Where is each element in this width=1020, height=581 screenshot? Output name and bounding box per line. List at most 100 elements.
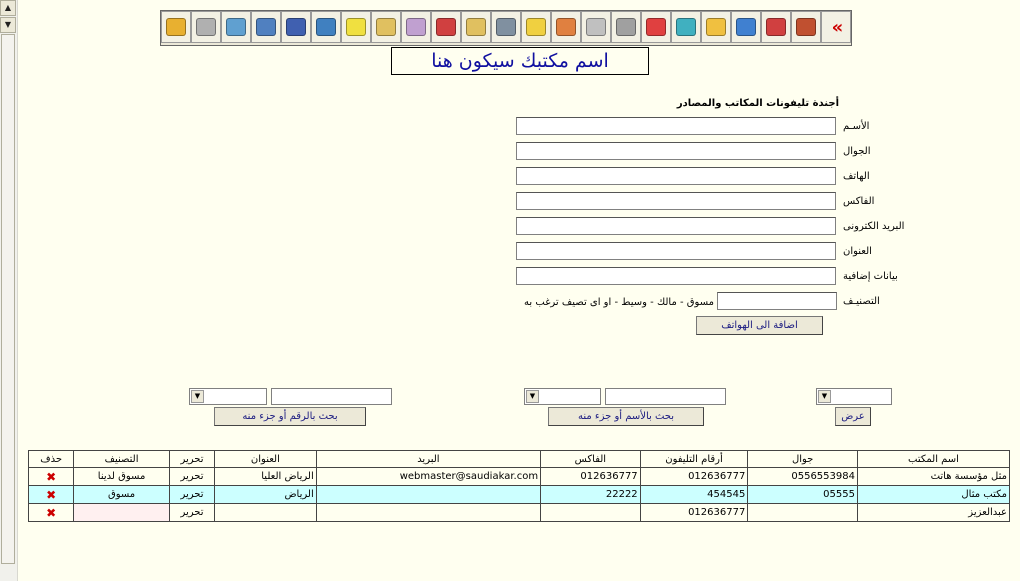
edit-link[interactable]: تحرير (168, 467, 216, 486)
globe-icon (256, 18, 276, 36)
export-icon (226, 18, 246, 36)
delete-icon[interactable]: ✖ (27, 503, 75, 522)
folder-blue-button[interactable] (731, 11, 761, 43)
delete-icon[interactable]: ✖ (27, 485, 75, 504)
mobile-cell (747, 503, 858, 522)
classification-input[interactable] (717, 292, 837, 310)
search-by-name-button[interactable]: بحث بالأسم أو جزء منه (548, 407, 704, 426)
folder-yellow-button[interactable] (701, 11, 731, 43)
vertical-scrollbar[interactable]: ▲ ▼ (0, 0, 18, 581)
number-search-input[interactable] (271, 388, 392, 405)
office-name-banner: اسم مكتبك سيكون هنا (391, 47, 649, 75)
col-header-edit: تحرير (168, 450, 216, 468)
col-header-fax: الفاكس (540, 450, 641, 468)
mobile-cell: 05555 (747, 485, 858, 504)
view-button[interactable]: عرض (835, 407, 871, 426)
drive-button[interactable] (581, 11, 611, 43)
name-search-select[interactable]: ▼ (524, 388, 601, 405)
table-row: ✖ مسوق لدينا تحرير الرياض العليا webmaster@s… (27, 467, 1011, 486)
notes-icon (346, 18, 366, 36)
table-row: ✖ تحرير 012636777 عبدالعزيز (27, 503, 1011, 522)
phone-cell: 012636777 (639, 467, 749, 486)
form-title: أجندة تليفونات المكاتب والمصادر (676, 98, 839, 109)
save-disk-icon (286, 18, 306, 36)
class-cell: مسوق لدينا (73, 467, 170, 486)
phone-cell: 454545 (639, 485, 749, 504)
field-label: الهاتف (843, 171, 870, 182)
rotate-icon (376, 18, 396, 36)
notes-button[interactable] (341, 11, 371, 43)
field-label: العنوان (843, 246, 872, 257)
table-header-row: حذف التصنيف تحرير العنوان البريد الفاكس … (27, 450, 1011, 468)
number-search-select[interactable]: ▼ (189, 388, 267, 405)
add-to-phones-button[interactable]: اضافة الى الهواتف (696, 316, 823, 335)
edit-link[interactable]: تحرير (168, 503, 216, 522)
home-icon (796, 18, 816, 36)
form-field-input-0[interactable] (516, 117, 836, 135)
lock-button[interactable] (161, 11, 191, 43)
folder-yellow-icon (706, 18, 726, 36)
globe-button[interactable] (251, 11, 281, 43)
save-disk-2-button[interactable] (311, 11, 341, 43)
users-button[interactable] (401, 11, 431, 43)
scroll-down-button[interactable]: ▼ (0, 17, 16, 33)
drive-2-button[interactable] (611, 11, 641, 43)
weather-icon (526, 18, 546, 36)
edit-link[interactable]: تحرير (168, 485, 216, 504)
toolbar: « (160, 10, 852, 46)
folder-blue-icon (736, 18, 756, 36)
home-button[interactable] (791, 11, 821, 43)
col-header-phones: أرقام التليفون (639, 450, 749, 468)
export-button[interactable] (221, 11, 251, 43)
drive-2-icon (616, 18, 636, 36)
boxes-button[interactable] (641, 11, 671, 43)
form-field-input-2[interactable] (516, 167, 836, 185)
fax-cell (540, 503, 641, 522)
address-cell: الرياض (214, 485, 317, 504)
field-label: البريد الكترونى (843, 221, 905, 232)
scroll-thumb[interactable] (1, 34, 15, 564)
clipboard-icon (466, 18, 486, 36)
chevron-down-icon[interactable]: ▼ (191, 390, 204, 403)
rotate-button[interactable] (371, 11, 401, 43)
form-field-input-3[interactable] (516, 192, 836, 210)
chevron-down-icon[interactable]: ▼ (818, 390, 831, 403)
form-field-input-1[interactable] (516, 142, 836, 160)
fax-cell: 22222 (540, 485, 641, 504)
chart-button[interactable] (551, 11, 581, 43)
folder-cyan-button[interactable] (671, 11, 701, 43)
scroll-up-button[interactable]: ▲ (0, 0, 16, 16)
clipboard-button[interactable] (461, 11, 491, 43)
printer-icon (196, 18, 216, 36)
tools-icon (496, 18, 516, 36)
field-label: الأسـم (843, 121, 870, 132)
folder-red-button[interactable] (761, 11, 791, 43)
lock-icon (166, 18, 186, 36)
field-label: الجوال (843, 146, 871, 157)
email-cell (315, 485, 542, 504)
search-by-number-button[interactable]: بحث بالرقم أو جزء منه (214, 407, 366, 426)
delete-icon[interactable]: ✖ (27, 467, 75, 486)
phone-cell: 012636777 (639, 503, 749, 522)
address-cell (214, 503, 317, 522)
tools-button[interactable] (491, 11, 521, 43)
edit-icon (436, 18, 456, 36)
view-select[interactable]: ▼ (816, 388, 892, 405)
form-field-input-4[interactable] (516, 217, 836, 235)
printer-button[interactable] (191, 11, 221, 43)
col-header-email: البريد (315, 450, 542, 468)
weather-button[interactable] (521, 11, 551, 43)
form-field-input-6[interactable] (516, 267, 836, 285)
save-disk-button[interactable] (281, 11, 311, 43)
name-search-input[interactable] (605, 388, 726, 405)
col-header-mobile: جوال (747, 450, 858, 468)
mobile-cell: 0556553984 (747, 467, 858, 486)
edit-button[interactable] (431, 11, 461, 43)
chevron-down-icon[interactable]: ▼ (526, 390, 539, 403)
back-arrows-button[interactable]: « (821, 11, 851, 43)
office-name-cell: مكتب مثال (856, 485, 1011, 504)
classification-label: التصنيـف (843, 296, 880, 307)
form-field-input-5[interactable] (516, 242, 836, 260)
back-arrows-icon: « (831, 16, 844, 38)
fax-cell: 012636777 (540, 467, 641, 486)
